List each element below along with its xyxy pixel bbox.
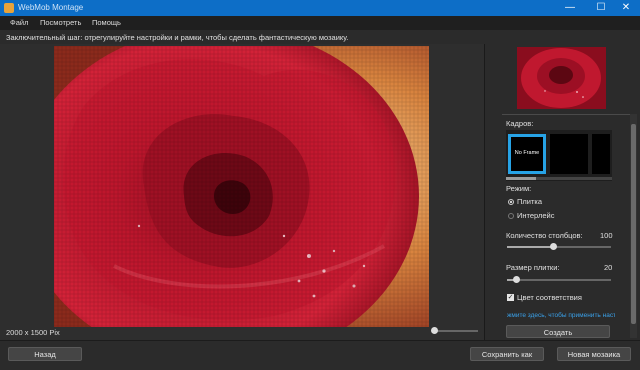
mosaic-image [54,46,429,327]
menu-bar: Файл Посмотреть Помощь [0,16,640,30]
menu-help[interactable]: Помощь [92,18,121,27]
mode-label: Режим: [506,184,532,193]
columns-value: 100 [600,231,613,240]
save-as-button[interactable]: Сохранить как [470,347,544,361]
columns-label: Количество столбцов: [506,231,583,240]
radio-interlace[interactable] [508,213,514,219]
columns-slider-thumb[interactable] [550,243,557,250]
new-mosaic-button[interactable]: Новая мозаика [557,347,631,361]
frame-option-label: No Frame [514,150,540,156]
frame-option[interactable] [592,134,610,174]
frames-scrollbar-thumb[interactable] [506,177,536,180]
frames-label: Кадров: [506,119,534,128]
apply-settings-link[interactable]: жмите здесь, чтобы применить настрой [507,312,615,319]
back-button[interactable]: Назад [8,347,82,361]
tile-size-label: Размер плитки: [506,263,560,272]
instruction-text: Заключительный шаг: отрегулируйте настро… [6,33,349,42]
radio-tile[interactable] [508,199,514,205]
tile-size-value: 20 [604,263,613,272]
tile-size-slider-thumb[interactable] [513,276,520,283]
frame-option[interactable] [550,134,588,174]
menu-file[interactable]: Файл [10,18,28,27]
maximize-button[interactable]: ☐ [587,0,615,16]
preview-thumbnail [517,47,606,109]
image-dimensions: 2000 x 1500 Pix [6,328,60,337]
zoom-slider-track[interactable] [434,330,478,332]
app-icon [4,3,14,13]
frame-option-none[interactable]: No Frame [508,134,546,174]
tile-size-slider-track[interactable] [507,279,611,281]
zoom-slider-thumb[interactable] [431,327,438,334]
color-match-checkbox[interactable]: ✓ [507,294,514,301]
bottom-bar [0,340,640,370]
columns-slider-fill [507,246,553,248]
menu-view[interactable]: Посмотреть [40,18,81,27]
close-button[interactable]: ✕ [612,0,640,16]
window-title: WebMob Montage [18,3,84,12]
panel-divider [502,114,630,115]
mode-option-interlace[interactable]: Интерлейс [517,211,554,220]
create-button[interactable]: Создать [506,325,610,338]
title-bar: WebMob Montage — ☐ ✕ [0,0,640,16]
color-match-label: Цвет соответствия [517,293,582,302]
minimize-button[interactable]: — [556,0,584,16]
mode-option-tile[interactable]: Плитка [517,197,542,206]
settings-scrollbar-thumb[interactable] [631,124,636,324]
